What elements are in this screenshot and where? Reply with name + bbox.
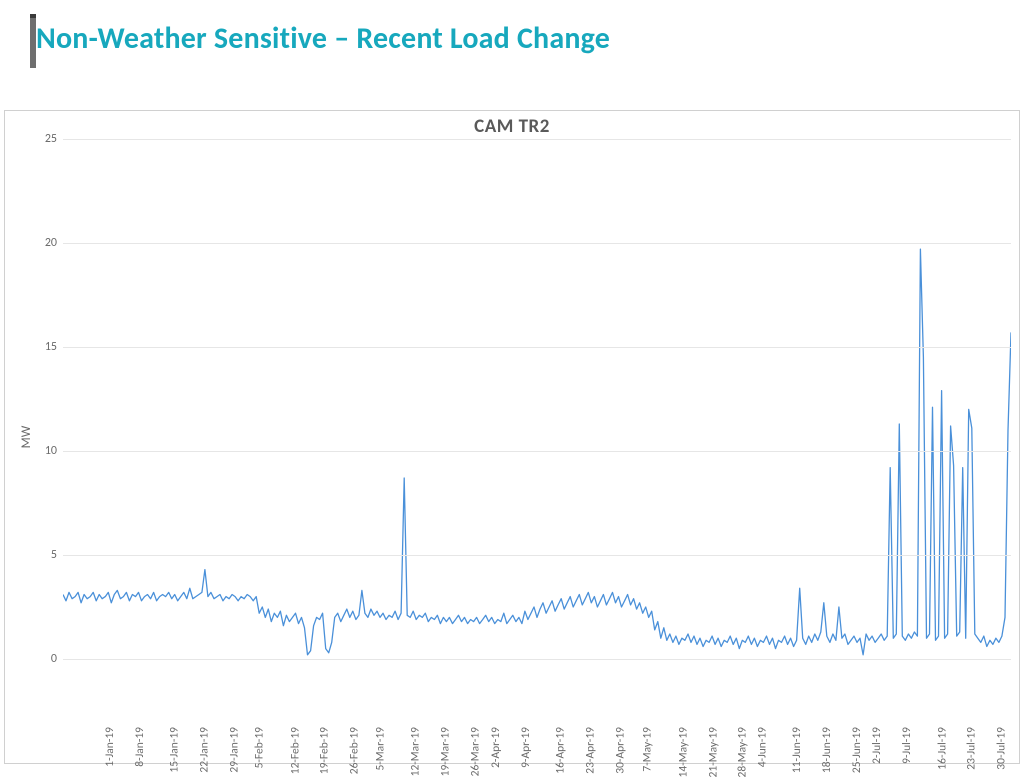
y-tick-label: 0: [29, 652, 57, 666]
x-tick-label: 15-Jan-19: [168, 727, 182, 773]
x-tick-label: 5-Mar-19: [373, 727, 387, 771]
x-tick-label: 16-Apr-19: [554, 727, 568, 774]
x-tick-label: 9-Jul-19: [900, 727, 914, 764]
x-tick-label: 5-Feb-19: [253, 727, 267, 768]
title-accent-bar: [30, 14, 36, 68]
y-tick-label: 20: [29, 236, 57, 250]
grid-line: [63, 243, 1011, 244]
x-tick-label: 18-Jun-19: [820, 727, 834, 773]
x-tick-label: 2-Apr-19: [489, 727, 503, 768]
x-tick-label: 4-Jun-19: [755, 727, 769, 767]
x-tick-label: 26-Mar-19: [468, 727, 482, 776]
x-tick-label: 2-Jul-19: [870, 727, 884, 764]
x-tick-label: 29-Jan-19: [227, 727, 241, 773]
x-axis-ticks: 1-Jan-198-Jan-1915-Jan-1922-Jan-1929-Jan…: [63, 663, 1011, 759]
line-series: [63, 139, 1011, 659]
y-tick-label: 5: [29, 548, 57, 562]
slide-title: Non-Weather Sensitive – Recent Load Chan…: [36, 20, 610, 57]
x-tick-label: 23-Jul-19: [965, 727, 979, 770]
x-tick-label: 12-Mar-19: [409, 727, 423, 776]
grid-line: [63, 139, 1011, 140]
x-tick-label: 11-Jun-19: [790, 727, 804, 773]
x-tick-label: 7-May-19: [641, 727, 655, 772]
x-tick-label: 8-Jan-19: [132, 727, 146, 767]
grid-line: [63, 347, 1011, 348]
x-tick-label: 28-May-19: [736, 727, 750, 777]
chart-title: CAM TR2: [5, 115, 1019, 138]
slide-title-block: Non-Weather Sensitive – Recent Load Chan…: [36, 20, 610, 57]
grid-line: [63, 555, 1011, 556]
y-tick-label: 10: [29, 444, 57, 458]
plot-area: 0510152025: [63, 139, 1011, 659]
x-tick-label: 19-Mar-19: [438, 727, 452, 776]
x-tick-label: 19-Feb-19: [318, 727, 332, 774]
x-tick-label: 30-Jul-19: [994, 727, 1008, 770]
x-tick-label: 1-Jan-19: [103, 727, 117, 767]
x-tick-label: 16-Jul-19: [935, 727, 949, 770]
x-tick-label: 26-Feb-19: [347, 727, 361, 774]
grid-line: [63, 659, 1011, 660]
x-tick-label: 30-Apr-19: [613, 727, 627, 774]
x-tick-label: 14-May-19: [676, 727, 690, 777]
y-tick-label: 25: [29, 132, 57, 146]
x-tick-label: 9-Apr-19: [519, 727, 533, 768]
x-tick-label: 25-Jun-19: [850, 727, 864, 773]
x-tick-label: 22-Jan-19: [197, 727, 211, 773]
y-tick-label: 15: [29, 340, 57, 354]
x-tick-label: 12-Feb-19: [288, 727, 302, 774]
chart-container: CAM TR2 MW 0510152025 1-Jan-198-Jan-1915…: [4, 110, 1020, 764]
x-tick-label: 23-Apr-19: [584, 727, 598, 774]
grid-line: [63, 451, 1011, 452]
x-tick-label: 21-May-19: [706, 727, 720, 777]
